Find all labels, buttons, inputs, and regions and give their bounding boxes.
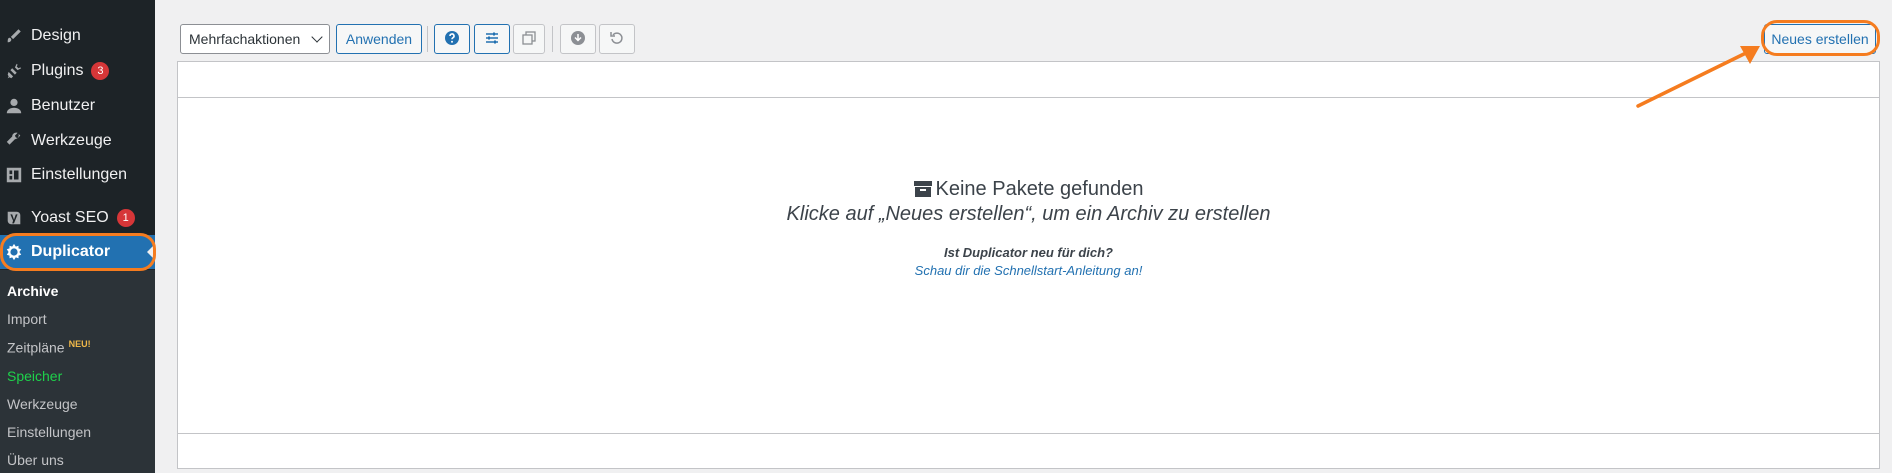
brush-icon bbox=[5, 27, 23, 45]
help-button[interactable] bbox=[434, 24, 470, 54]
submenu-item-storage[interactable]: Speicher bbox=[7, 368, 62, 384]
menu-item-settings[interactable]: Einstellungen bbox=[0, 158, 155, 192]
settings-icon bbox=[5, 166, 23, 184]
chevron-down-icon bbox=[311, 31, 323, 43]
create-new-highlight-ring bbox=[1761, 20, 1880, 56]
empty-state-title: Keine Pakete gefunden bbox=[178, 178, 1879, 203]
menu-label: Einstellungen bbox=[31, 166, 128, 183]
sliders-icon bbox=[484, 30, 500, 49]
menu-label: Design bbox=[31, 27, 81, 44]
menu-item-users[interactable]: Benutzer bbox=[0, 89, 155, 123]
toolbar-divider bbox=[552, 26, 553, 52]
submenu-item-settings[interactable]: Einstellungen bbox=[7, 424, 91, 440]
new-badge: NEU! bbox=[68, 339, 91, 349]
menu-item-tools[interactable]: Werkzeuge bbox=[0, 124, 155, 158]
submenu-item-about[interactable]: Über uns bbox=[7, 452, 64, 468]
copy-button[interactable] bbox=[513, 24, 545, 54]
packages-panel: Keine Pakete gefunden Klicke auf „Neues … bbox=[177, 61, 1880, 469]
submenu-item-archive[interactable]: Archive bbox=[7, 283, 58, 299]
annotation-arrow-icon bbox=[1636, 46, 1760, 108]
menu-item-yoast[interactable]: Yoast SEO 1 bbox=[0, 201, 155, 235]
panel-footer-divider bbox=[178, 433, 1879, 434]
menu-label: Yoast SEO bbox=[31, 209, 109, 226]
menu-label: Plugins bbox=[31, 62, 84, 79]
empty-title-text: Keine Pakete gefunden bbox=[935, 178, 1144, 200]
plugins-update-badge: 3 bbox=[91, 62, 110, 80]
wrench-icon bbox=[5, 132, 23, 150]
yoast-icon bbox=[5, 209, 23, 227]
menu-label: Werkzeuge bbox=[31, 132, 112, 149]
user-icon bbox=[5, 97, 23, 115]
menu-item-design[interactable]: Design bbox=[0, 19, 155, 53]
help-icon bbox=[444, 30, 460, 49]
duplicator-highlight-ring bbox=[0, 233, 156, 271]
yoast-notification-badge: 1 bbox=[116, 209, 135, 227]
plug-icon bbox=[5, 62, 23, 80]
submenu-item-schedules[interactable]: Zeitpläne NEU! bbox=[7, 339, 91, 356]
refresh-button[interactable] bbox=[599, 24, 635, 54]
submenu-item-tools[interactable]: Werkzeuge bbox=[7, 396, 78, 412]
undo-icon bbox=[609, 30, 625, 49]
submenu-item-import[interactable]: Import bbox=[7, 311, 47, 327]
menu-label: Benutzer bbox=[31, 97, 96, 114]
quickstart-link[interactable]: Schau dir die Schnellstart-Anleitung an! bbox=[178, 263, 1879, 278]
menu-item-plugins[interactable]: Plugins 3 bbox=[0, 54, 155, 88]
submenu-label: Zeitpläne bbox=[7, 339, 65, 356]
archive-icon bbox=[913, 180, 932, 203]
filter-button[interactable] bbox=[474, 24, 510, 54]
bulk-actions-label: Mehrfachaktionen bbox=[189, 31, 301, 47]
toolbar-divider bbox=[427, 26, 428, 52]
download-button[interactable] bbox=[560, 24, 596, 54]
apply-button[interactable]: Anwenden bbox=[336, 24, 422, 54]
empty-state-subtitle: Klicke auf „Neues erstellen“, um ein Arc… bbox=[786, 203, 1271, 225]
panel-header bbox=[178, 62, 1879, 98]
new-user-question: Ist Duplicator neu für dich? bbox=[943, 245, 1113, 260]
duplicator-submenu: Archive Import Zeitpläne NEU! Speicher We… bbox=[0, 270, 155, 473]
copy-icon bbox=[521, 30, 537, 49]
bulk-actions-select[interactable]: Mehrfachaktionen bbox=[180, 24, 330, 54]
download-icon bbox=[570, 30, 586, 49]
